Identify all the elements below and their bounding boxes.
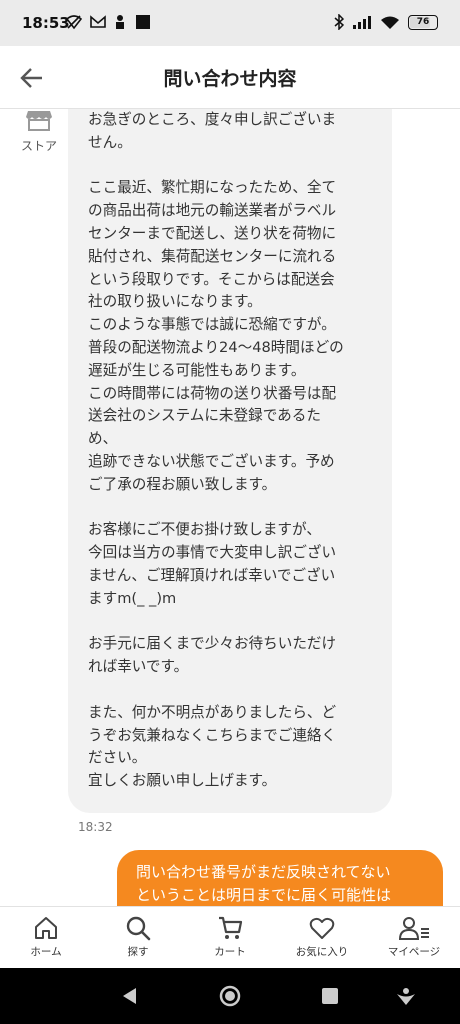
signal-icon [353, 16, 371, 29]
home-icon [35, 917, 57, 939]
wifi-off-icon [66, 15, 82, 30]
incoming-message-text: お急ぎのところ、度々申し訳ございま せん。 ここ最近、繁忙期になったため、全て … [88, 111, 344, 790]
system-back-icon[interactable] [120, 986, 140, 1006]
notification-icons [66, 14, 150, 30]
store-label: ストア [20, 139, 57, 153]
wifi-icon [381, 16, 399, 29]
system-icons: 76 [334, 14, 438, 30]
status-time: 18:53 [22, 14, 70, 32]
cart-icon [219, 916, 243, 939]
message-timestamp: 18:32 [78, 820, 113, 834]
nav-label-search: 探す [127, 946, 149, 958]
status-bar: 18:53 76 [0, 0, 460, 46]
nav-label-cart: カート [214, 946, 246, 958]
nav-item-home[interactable]: ホーム [0, 907, 92, 969]
battery-icon: 76 [408, 14, 438, 30]
mypage-icon [398, 917, 429, 940]
page-title: 問い合わせ内容 [163, 68, 297, 90]
heart-icon [309, 917, 335, 939]
store-icon [26, 111, 52, 131]
battery-level: 76 [416, 17, 430, 27]
chat-thread[interactable]: ストア お急ぎのところ、度々申し訳ございま せん。 ここ最近、繁忙期になったため… [0, 109, 460, 906]
nav-item-favorites[interactable]: お気に入り [276, 907, 368, 969]
bluetooth-icon [334, 14, 344, 30]
nav-label-mypage: マイページ [387, 946, 441, 958]
nav-label-favorites: お気に入り [295, 946, 349, 958]
nav-label-home: ホーム [30, 946, 62, 958]
app-header: 問い合わせ内容 [0, 46, 460, 109]
nav-item-mypage[interactable]: マイページ [368, 907, 460, 969]
mail-icon [90, 15, 106, 28]
store-avatar: ストア [18, 109, 60, 154]
bottom-nav: ホーム 探す カート お気に入り マイページ [0, 906, 460, 969]
search-icon [126, 916, 151, 941]
data-saver-icon [116, 15, 124, 29]
outgoing-message-text: 問い合わせ番号がまだ反映されてない ということは明日までに届く可能性は [136, 863, 392, 904]
nav-item-search[interactable]: 探す [92, 907, 184, 969]
system-home-icon[interactable] [219, 985, 241, 1007]
system-nav-bar [0, 968, 460, 1024]
app-notification-icon [136, 15, 150, 29]
system-recents-icon[interactable] [321, 987, 339, 1005]
nav-item-cart[interactable]: カート [184, 907, 276, 969]
system-extra-icon[interactable] [395, 985, 417, 1007]
